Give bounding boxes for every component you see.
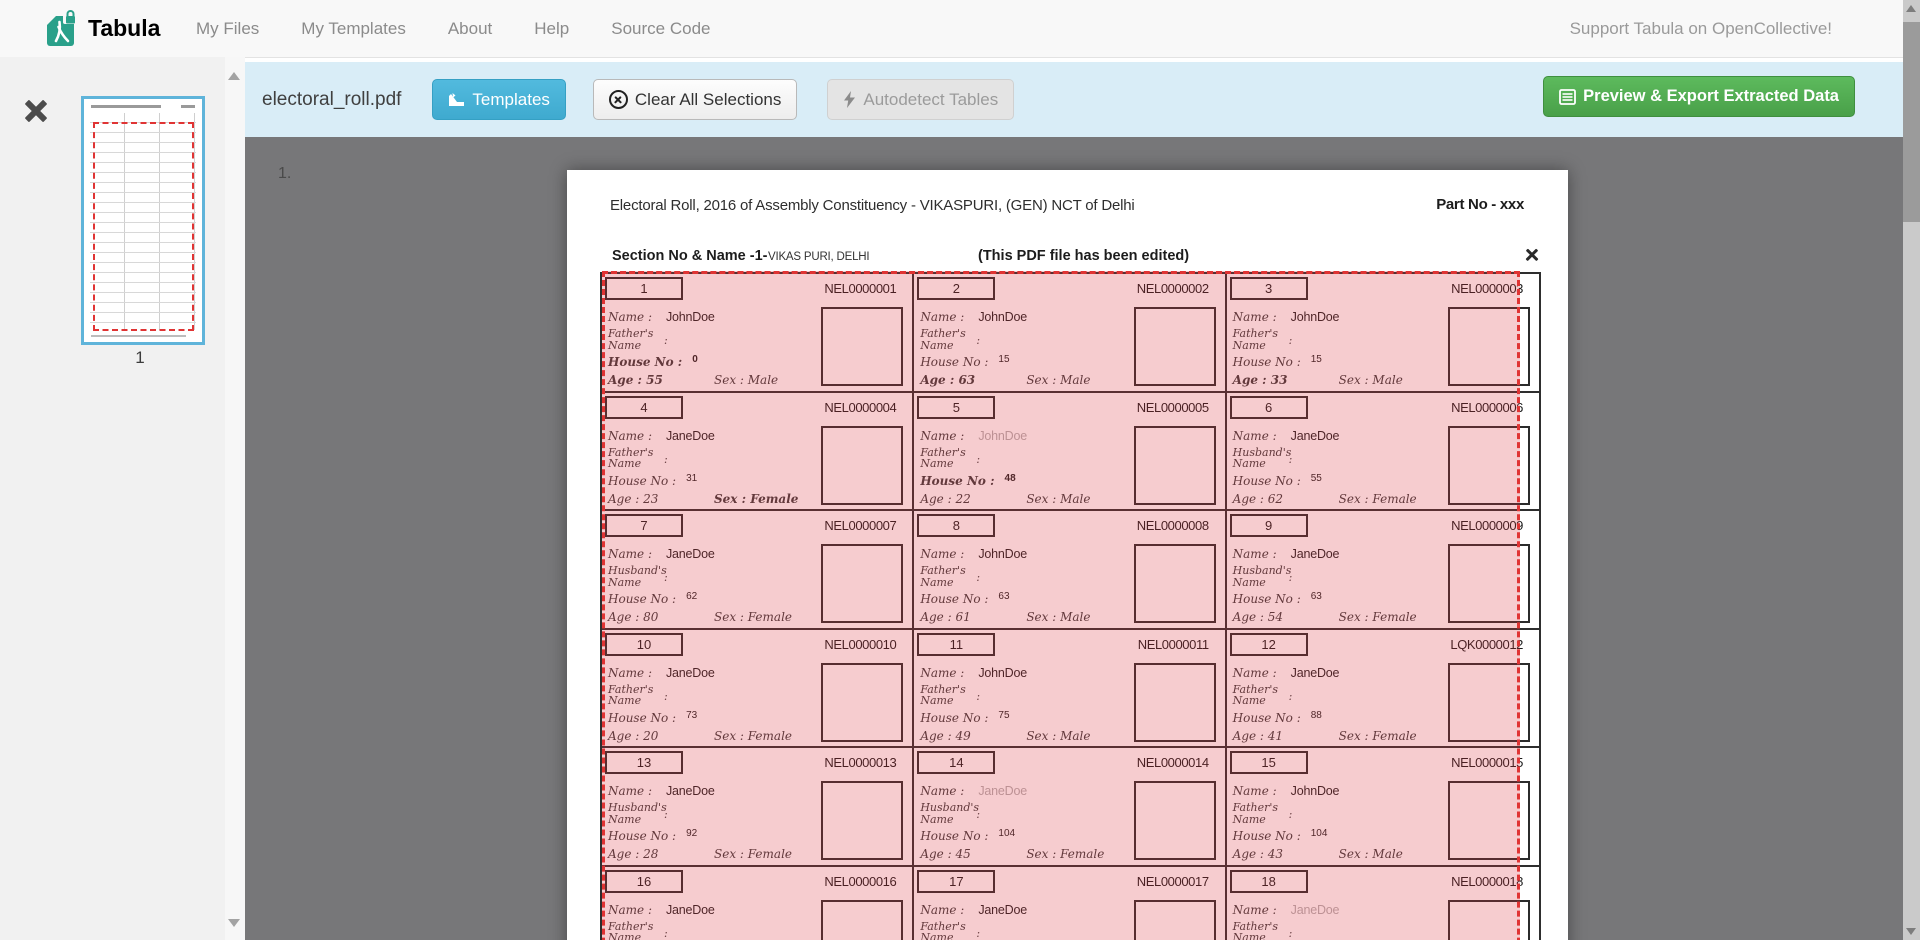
- preview-export-button[interactable]: Preview & Export Extracted Data: [1543, 76, 1855, 117]
- autodetect-tables-button[interactable]: Autodetect Tables: [827, 79, 1014, 120]
- navbar: Tabula My Files My Templates About Help Sour…: [0, 0, 1920, 58]
- scroll-up-icon[interactable]: [228, 72, 240, 80]
- tabula-logo-icon[interactable]: [46, 10, 80, 48]
- sidebar-scrollbar[interactable]: [225, 57, 245, 940]
- sidebar: 1: [0, 57, 225, 940]
- clear-button-label: Clear All Selections: [635, 90, 781, 110]
- nav-links: My Files My Templates About Help Source Code: [196, 0, 710, 57]
- table-selection-overlay[interactable]: [602, 271, 1520, 940]
- autodetect-button-label: Autodetect Tables: [863, 90, 998, 110]
- window-scrollbar[interactable]: [1903, 0, 1920, 940]
- clear-icon: [609, 90, 628, 109]
- page-number-label: 1.: [278, 165, 291, 183]
- templates-icon: [448, 92, 465, 107]
- export-button-label: Preview & Export Extracted Data: [1583, 87, 1839, 106]
- pdf-page: Electoral Roll, 2016 of Assembly Constit…: [567, 170, 1568, 940]
- templates-button[interactable]: Templates: [432, 79, 565, 120]
- section-label: Section No & Name -1-: [612, 248, 768, 264]
- tabula-app: Tabula My Files My Templates About Help Sour…: [0, 0, 1920, 940]
- pdf-title: Electoral Roll, 2016 of Assembly Constit…: [610, 197, 1135, 214]
- remove-file-icon[interactable]: [22, 97, 50, 125]
- export-icon: [1559, 89, 1576, 105]
- pdf-viewer-area: 1. Electoral Roll, 2016 of Assembly Cons…: [245, 137, 1903, 940]
- support-link[interactable]: Support Tabula on OpenCollective!: [1570, 0, 1832, 57]
- nav-link-about[interactable]: About: [448, 19, 492, 39]
- scroll-down-icon[interactable]: [228, 919, 240, 927]
- brand-title[interactable]: Tabula: [88, 0, 160, 57]
- nav-link-help[interactable]: Help: [534, 19, 569, 39]
- autodetect-icon: [843, 91, 856, 108]
- scroll-up-icon[interactable]: [1906, 5, 1916, 12]
- pdf-part-no: Part No - xxx: [1436, 196, 1524, 213]
- toolbar: electoral_roll.pdf Templates Clear All S…: [245, 62, 1903, 137]
- thumbnail-page-number: 1: [81, 348, 199, 368]
- section-value: VIKAS PURI, DELHI: [768, 251, 869, 263]
- nav-link-my-templates[interactable]: My Templates: [301, 19, 406, 39]
- nav-link-my-files[interactable]: My Files: [196, 19, 259, 39]
- scrollbar-thumb[interactable]: [1903, 22, 1920, 222]
- page-thumbnail[interactable]: [81, 96, 205, 345]
- thumb-title-line: [91, 105, 161, 108]
- templates-button-label: Templates: [472, 90, 549, 110]
- thumb-part-line: [181, 105, 195, 108]
- selection-close-icon[interactable]: [1524, 247, 1539, 262]
- edited-note: (This PDF file has been edited): [978, 248, 1189, 264]
- scroll-down-icon[interactable]: [1906, 928, 1916, 935]
- open-filename: electoral_roll.pdf: [262, 89, 401, 111]
- thumb-selection-box: [93, 122, 194, 331]
- thumb-footer-line: [91, 335, 186, 337]
- nav-link-source-code[interactable]: Source Code: [611, 19, 710, 39]
- clear-all-selections-button[interactable]: Clear All Selections: [593, 79, 797, 120]
